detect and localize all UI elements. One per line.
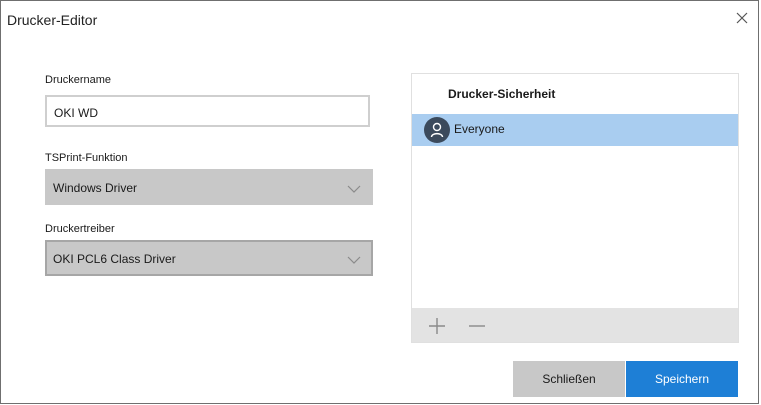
printer-name-input[interactable]: OKI WD — [45, 95, 370, 127]
save-button[interactable]: Speichern — [626, 361, 738, 397]
driver-label: Druckertreiber — [45, 223, 115, 235]
list-item-label: Everyone — [454, 122, 505, 136]
security-title: Drucker-Sicherheit — [448, 87, 556, 101]
printer-editor-dialog: Drucker-Editor Druckername OKI WD TSPrin… — [0, 0, 759, 404]
dialog-title: Drucker-Editor — [7, 12, 98, 28]
plus-icon[interactable] — [428, 317, 446, 335]
close-icon[interactable] — [734, 10, 750, 26]
security-toolbar — [412, 308, 738, 342]
list-item[interactable]: Everyone — [412, 114, 738, 146]
function-select[interactable]: Windows Driver — [45, 169, 373, 205]
function-label: TSPrint-Funktion — [45, 152, 128, 164]
driver-select[interactable]: OKI PCL6 Class Driver — [45, 240, 373, 276]
chevron-down-icon — [347, 253, 361, 267]
driver-value: OKI PCL6 Class Driver — [53, 252, 176, 266]
function-value: Windows Driver — [53, 181, 138, 195]
chevron-down-icon — [347, 182, 361, 196]
printer-security-panel: Drucker-Sicherheit Everyone — [411, 73, 739, 343]
user-icon — [424, 117, 450, 143]
close-button[interactable]: Schließen — [513, 361, 625, 397]
printer-name-label: Druckername — [45, 74, 112, 86]
minus-icon[interactable] — [468, 317, 486, 335]
